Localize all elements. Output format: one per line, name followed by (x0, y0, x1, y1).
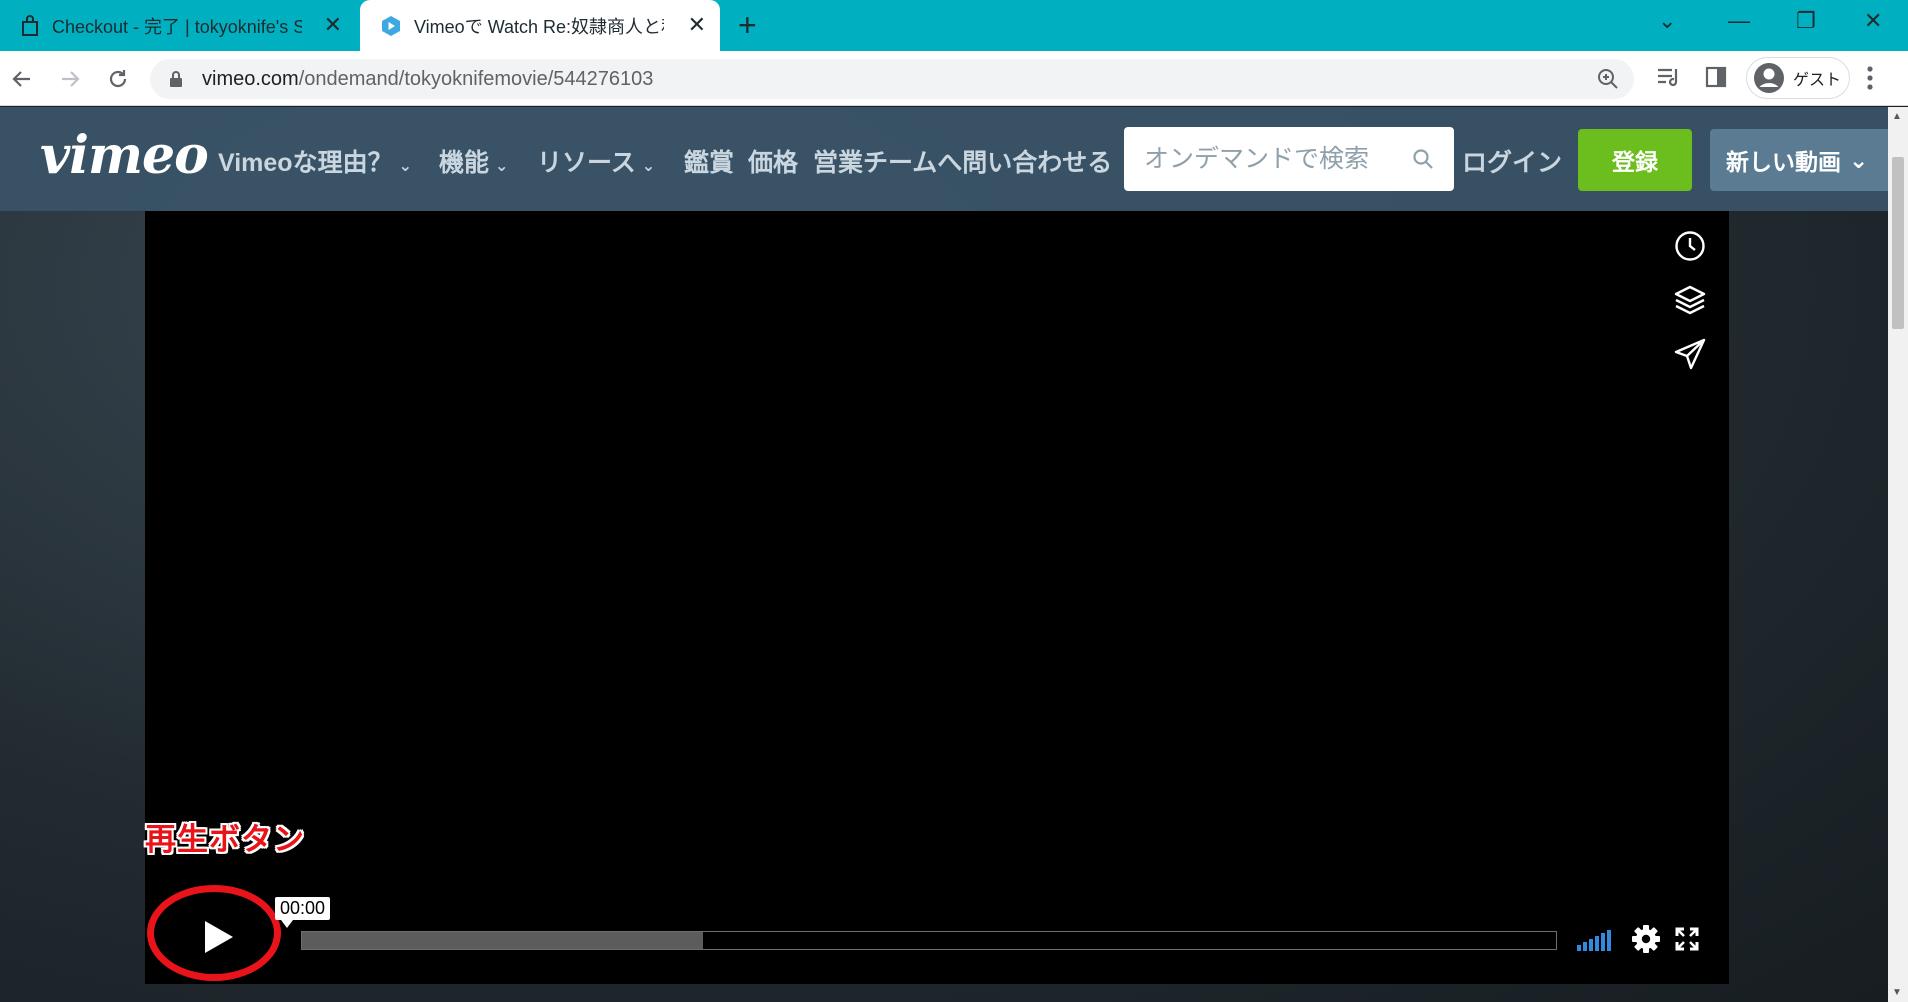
play-button-annotation: 再生ボタン (145, 822, 305, 858)
play-icon[interactable] (197, 917, 237, 957)
tab-vimeo-watch[interactable]: Vimeoで Watch Re:奴隷商人と私 ( ✕ (360, 0, 720, 51)
chevron-down-icon: ⌄ (1849, 146, 1869, 173)
nav-watch[interactable]: 鑑賞 (684, 143, 734, 179)
nav-pricing[interactable]: 価格 (748, 143, 798, 179)
browser-menu-icon[interactable] (1866, 65, 1874, 91)
bag-icon (22, 14, 38, 36)
reload-button[interactable] (102, 63, 134, 95)
fullscreen-icon[interactable] (1675, 927, 1699, 951)
volume-bar (1589, 939, 1593, 951)
new-video-label: 新しい動画 (1726, 149, 1841, 175)
restore-icon[interactable]: ❐ (1796, 8, 1816, 34)
search-input[interactable] (1124, 127, 1404, 191)
volume-bar (1607, 930, 1611, 951)
volume-bar (1583, 942, 1587, 951)
tab-search-icon[interactable]: ⌄ (1658, 8, 1676, 34)
nav-label: リソース (537, 149, 636, 177)
vimeo-logo[interactable]: vimeo (40, 125, 209, 186)
nav-why-vimeo[interactable]: Vimeoな理由？ ⌄ (218, 143, 412, 179)
tab-close-icon[interactable]: ✕ (324, 13, 342, 37)
back-button[interactable] (6, 63, 38, 95)
login-link[interactable]: ログイン (1462, 143, 1562, 179)
search-icon[interactable] (1412, 148, 1434, 170)
signup-button[interactable]: 登録 (1578, 129, 1692, 191)
page-viewport: vimeo Vimeoな理由？ ⌄ 機能 ⌄ リソース ⌄ 鑑賞 価格 営業チームへ問… (0, 107, 1888, 1002)
reading-list-icon[interactable] (1656, 65, 1682, 89)
clock-icon[interactable] (1673, 229, 1707, 263)
vimeo-favicon-icon (382, 15, 400, 36)
nav-resources[interactable]: リソース ⌄ (537, 143, 655, 179)
chevron-down-icon: ⌄ (398, 158, 412, 175)
scroll-up-icon[interactable]: ▲ (1892, 111, 1902, 122)
layers-icon[interactable] (1673, 283, 1707, 317)
volume-bar (1595, 936, 1599, 951)
url-host: vimeo.com (202, 68, 299, 90)
url-text[interactable]: vimeo.com/ondemand/tokyoknifemovie/54427… (202, 68, 653, 91)
chevron-down-icon: ⌄ (641, 158, 656, 175)
page-scrollbar[interactable]: ▲ ▼ (1888, 107, 1908, 1002)
video-player[interactable]: 再生ボタン 00:00 (145, 211, 1729, 984)
send-icon[interactable] (1673, 337, 1707, 371)
scroll-down-icon[interactable]: ▼ (1892, 987, 1902, 998)
tab-checkout[interactable]: Checkout - 完了 | tokyoknife's ST ✕ (0, 0, 356, 51)
scrollbar-thumb[interactable] (1892, 157, 1904, 329)
progress-bar[interactable] (301, 931, 1557, 950)
nav-label: 機能 (439, 149, 490, 177)
time-tooltip: 00:00 (275, 897, 331, 928)
arrow-left-icon (12, 71, 30, 87)
volume-bar (1601, 933, 1605, 951)
ondemand-search (1124, 127, 1454, 191)
address-bar[interactable]: vimeo.com/ondemand/tokyoknifemovie/54427… (150, 59, 1634, 99)
avatar-icon (1754, 63, 1784, 93)
new-video-button[interactable]: 新しい動画 ⌄ (1710, 129, 1888, 191)
tab-title: Checkout - 完了 | tokyoknife's ST (52, 16, 302, 37)
zoom-icon[interactable] (1596, 67, 1620, 91)
close-window-icon[interactable]: ✕ (1864, 8, 1882, 34)
side-panel-icon[interactable] (1704, 65, 1728, 89)
volume-control[interactable] (1577, 929, 1613, 951)
lock-icon (170, 71, 182, 87)
profile-label: ゲスト (1793, 72, 1842, 89)
url-path: /ondemand/tokyoknifemovie/544276103 (298, 68, 654, 90)
gear-icon[interactable] (1631, 924, 1661, 954)
buffered-fill (302, 932, 704, 949)
minimize-icon[interactable]: — (1728, 8, 1750, 34)
profile-button[interactable]: ゲスト (1746, 57, 1850, 99)
browser-toolbar: vimeo.com/ondemand/tokyoknifemovie/54427… (0, 51, 1908, 106)
vimeo-header: vimeo Vimeoな理由？ ⌄ 機能 ⌄ リソース ⌄ 鑑賞 価格 営業チームへ問… (0, 107, 1888, 211)
nav-features[interactable]: 機能 ⌄ (439, 143, 508, 179)
forward-button[interactable] (54, 63, 86, 95)
new-tab-button[interactable]: + (738, 9, 757, 41)
nav-contact-sales[interactable]: 営業チームへ問い合わせる (813, 143, 1112, 179)
arrow-right-icon (62, 71, 80, 87)
nav-label: Vimeoな理由？ (218, 149, 393, 177)
chevron-down-icon: ⌄ (495, 158, 509, 175)
tab-title: Vimeoで Watch Re:奴隷商人と私 ( (414, 16, 664, 37)
volume-bar (1577, 945, 1581, 951)
tab-close-icon[interactable]: ✕ (688, 13, 706, 37)
browser-tab-bar: Checkout - 完了 | tokyoknife's ST ✕ Vimeoで… (0, 0, 1908, 51)
reload-icon (109, 70, 127, 88)
